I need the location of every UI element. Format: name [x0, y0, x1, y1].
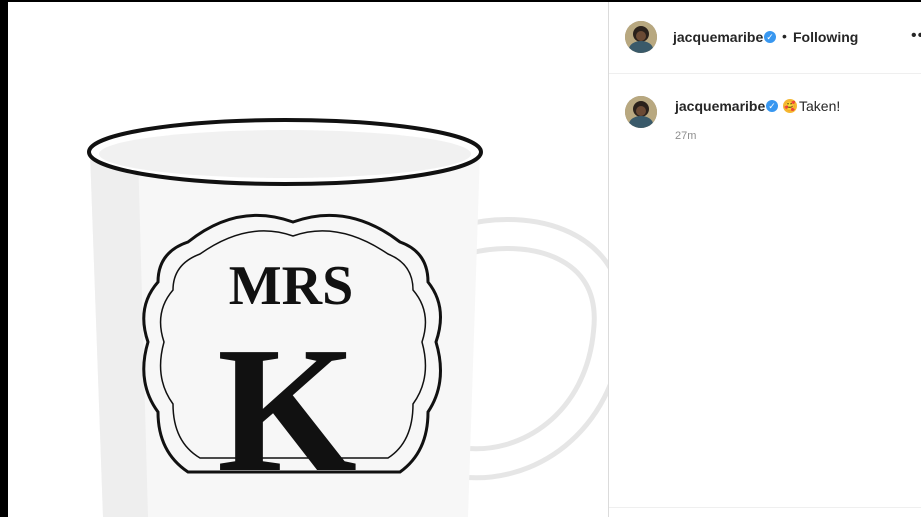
caption-username[interactable]: jacquemaribe: [675, 98, 765, 114]
header-username[interactable]: jacquemaribe: [673, 29, 763, 45]
window-left-border: [0, 0, 8, 517]
post-header: jacquemaribe ✓ • Following ••: [609, 2, 921, 74]
mug-text-mrs: MRS: [229, 255, 353, 317]
caption-verified-badge-icon: ✓: [766, 100, 778, 112]
smiling-hearts-emoji-icon: 🥰: [783, 99, 797, 113]
avatar[interactable]: [625, 21, 657, 53]
post-image[interactable]: MRS K: [8, 2, 608, 517]
mug-text-k: K: [217, 310, 357, 509]
following-button[interactable]: Following: [793, 29, 858, 45]
more-options-icon[interactable]: ••: [911, 27, 921, 45]
caption-text: Taken!: [799, 98, 841, 114]
divider: [609, 507, 921, 508]
header-separator: •: [782, 28, 787, 44]
verified-badge-icon: ✓: [764, 31, 776, 43]
mug-photo: MRS K: [87, 118, 608, 517]
post-timestamp[interactable]: 27m: [675, 130, 696, 142]
post-sidebar: jacquemaribe ✓ • Following •• jacquemari…: [608, 2, 921, 517]
caption-avatar[interactable]: [625, 96, 657, 128]
